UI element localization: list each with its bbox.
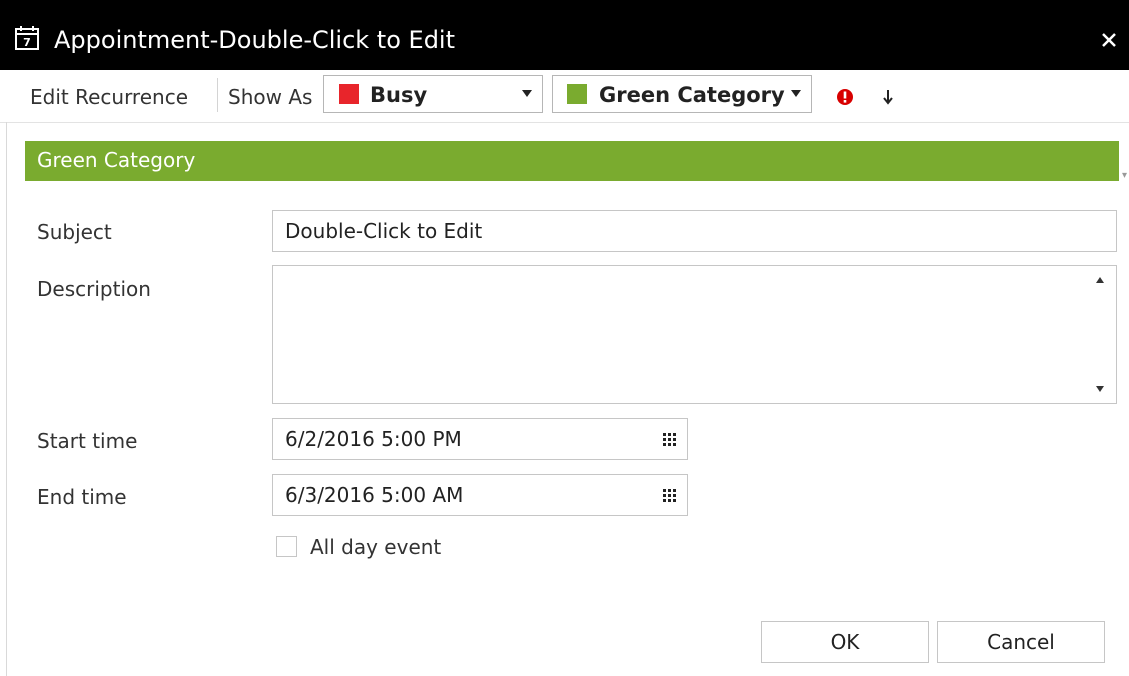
chevron-down-icon [522,90,532,97]
toolbar-overflow-icon[interactable]: ▾ [1122,170,1127,181]
subject-value: Double-Click to Edit [285,219,483,243]
cancel-button[interactable]: Cancel [937,621,1105,663]
calendar-picker-icon[interactable] [663,433,677,447]
category-color-swatch [567,84,587,104]
end-time-field[interactable]: 6/3/2016 5:00 AM [272,474,688,516]
description-field[interactable] [272,265,1117,404]
toolbar: Edit Recurrence Show As Busy Green Categ… [0,70,1129,181]
category-dropdown[interactable]: Green Category [552,75,812,113]
scroll-up-icon[interactable] [1096,277,1104,283]
calendar-picker-icon[interactable] [663,489,677,503]
start-time-label: Start time [37,429,138,453]
show-as-label: Show As [228,85,313,109]
category-banner: Green Category [25,141,1119,181]
ok-button[interactable]: OK [761,621,929,663]
all-day-checkbox[interactable] [276,536,297,557]
busy-color-swatch [339,84,359,104]
show-as-dropdown[interactable]: Busy [323,75,543,113]
title-bar: 7 Appointment-Double-Click to Edit [0,0,1129,70]
end-time-value: 6/3/2016 5:00 AM [285,483,464,507]
all-day-label: All day event [310,535,442,559]
high-importance-icon[interactable] [836,88,854,106]
description-label: Description [37,277,151,301]
svg-text:7: 7 [23,36,31,49]
dialog-border [6,122,7,676]
category-banner-label: Green Category [37,148,196,172]
end-time-label: End time [37,485,127,509]
calendar-icon: 7 [15,26,39,50]
toolbar-divider [217,78,218,112]
subject-label: Subject [37,220,112,244]
start-time-field[interactable]: 6/2/2016 5:00 PM [272,418,688,460]
category-value: Green Category [599,83,785,107]
chevron-down-icon [791,90,801,97]
scroll-down-icon[interactable] [1096,386,1104,392]
edit-recurrence-button[interactable]: Edit Recurrence [30,85,188,109]
subject-field[interactable]: Double-Click to Edit [272,210,1117,252]
start-time-value: 6/2/2016 5:00 PM [285,427,462,451]
window-title: Appointment-Double-Click to Edit [54,26,456,54]
show-as-value: Busy [370,83,428,107]
low-importance-icon[interactable] [882,88,894,106]
close-icon[interactable] [1095,26,1123,54]
